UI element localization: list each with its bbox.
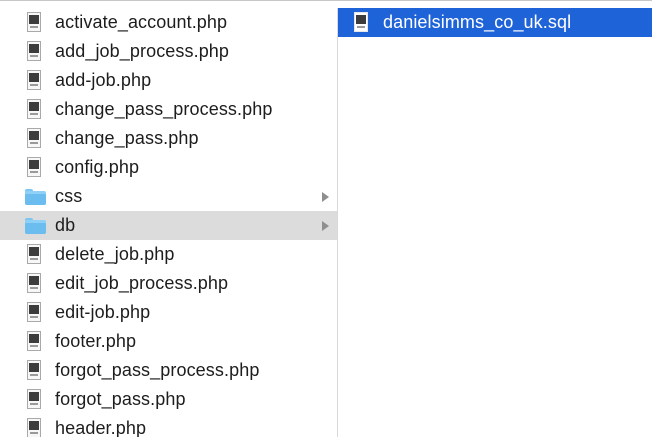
chevron-right-icon[interactable] [322, 221, 329, 231]
window-top-edge [0, 0, 652, 1]
file-name: danielsimms_co_uk.sql [383, 12, 572, 32]
file-name: forgot_pass.php [55, 389, 186, 409]
file-row-danielsimms-sql[interactable]: danielsimms_co_uk.sql [338, 8, 652, 37]
file-row-edit-job[interactable]: edit-job.php [0, 298, 337, 327]
php-file-icon [25, 12, 43, 33]
finder-column-1[interactable]: activate_account.php add_job_process.php… [0, 8, 338, 437]
php-file-icon [25, 157, 43, 178]
file-row-add-job-process[interactable]: add_job_process.php [0, 37, 337, 66]
folder-icon [25, 215, 46, 236]
file-name: footer.php [55, 331, 137, 351]
file-row-footer[interactable]: footer.php [0, 327, 337, 356]
file-row-activate-account[interactable]: activate_account.php [0, 8, 337, 37]
file-name: change_pass_process.php [55, 99, 273, 119]
file-name: forgot_pass_process.php [55, 360, 260, 380]
file-name: header.php [55, 418, 147, 437]
php-file-icon [25, 244, 43, 265]
php-file-icon [25, 99, 43, 120]
file-name: change_pass.php [55, 128, 199, 148]
file-row-change-pass[interactable]: change_pass.php [0, 124, 337, 153]
php-file-icon [25, 70, 43, 91]
folder-icon [25, 186, 46, 207]
file-name: delete_job.php [55, 244, 175, 264]
folder-name: css [55, 186, 83, 206]
php-file-icon [25, 273, 43, 294]
php-file-icon [25, 41, 43, 62]
php-file-icon [25, 360, 43, 381]
folder-name: db [55, 215, 76, 235]
file-name: activate_account.php [55, 12, 228, 32]
file-row-config[interactable]: config.php [0, 153, 337, 182]
php-file-icon [25, 128, 43, 149]
file-name: add_job_process.php [55, 41, 230, 61]
php-file-icon [25, 302, 43, 323]
finder-column-view: activate_account.php add_job_process.php… [0, 0, 652, 437]
folder-row-css[interactable]: css [0, 182, 337, 211]
file-row-delete-job[interactable]: delete_job.php [0, 240, 337, 269]
file-row-forgot-pass-process[interactable]: forgot_pass_process.php [0, 356, 337, 385]
chevron-right-icon[interactable] [322, 192, 329, 202]
php-file-icon [25, 418, 43, 437]
file-name: edit_job_process.php [55, 273, 229, 293]
file-name: add-job.php [55, 70, 152, 90]
sql-file-icon [352, 12, 370, 33]
file-row-header[interactable]: header.php [0, 414, 337, 437]
php-file-icon [25, 389, 43, 410]
finder-column-2[interactable]: danielsimms_co_uk.sql [338, 8, 652, 437]
file-name: edit-job.php [55, 302, 151, 322]
php-file-icon [25, 331, 43, 352]
file-row-change-pass-process[interactable]: change_pass_process.php [0, 95, 337, 124]
file-row-add-job[interactable]: add-job.php [0, 66, 337, 95]
file-row-edit-job-process[interactable]: edit_job_process.php [0, 269, 337, 298]
folder-row-db[interactable]: db [0, 211, 337, 240]
file-name: config.php [55, 157, 140, 177]
file-row-forgot-pass[interactable]: forgot_pass.php [0, 385, 337, 414]
